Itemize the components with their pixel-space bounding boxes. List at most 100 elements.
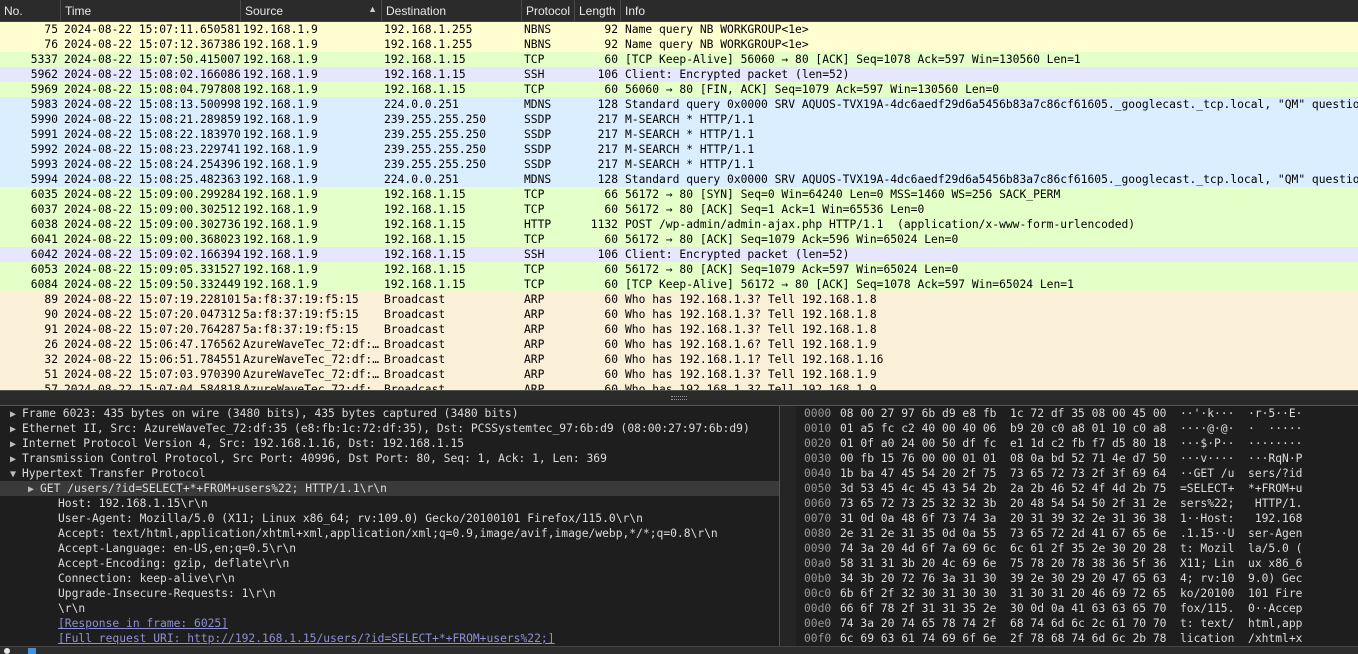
packet-cell-no: 6041	[30, 233, 58, 246]
detail-tree-item[interactable]: [Response in frame: 6025]	[0, 616, 779, 631]
packet-row[interactable]: 5991 2024-08-22 15:08:22.183970 192.168.1.…	[0, 127, 1358, 142]
packet-row[interactable]: 90 2024-08-22 15:07:20.047312 5a:f8:37:19:…	[0, 307, 1358, 322]
detail-tree-item[interactable]: Host: 192.168.1.15\r\n	[0, 496, 779, 511]
details-bytes-splitter[interactable]	[780, 406, 796, 646]
packet-row[interactable]: 76 2024-08-22 15:07:12.367386 192.168.1.9 1…	[0, 37, 1358, 52]
packet-row[interactable]: 91 2024-08-22 15:07:20.764287 5a:f8:37:19:…	[0, 322, 1358, 337]
detail-tree-item[interactable]: ▶ Internet Protocol Version 4, Src: 192.1…	[0, 436, 779, 451]
packet-row[interactable]: 6042 2024-08-22 15:09:02.166394 192.168.1.…	[0, 247, 1358, 262]
packet-row[interactable]: 5983 2024-08-22 15:08:13.500998 192.168.1.…	[0, 97, 1358, 112]
bytes-off: 0010	[804, 422, 832, 435]
bytes-ascii: ko/20100 101 Fire	[1180, 587, 1303, 600]
capture-file-icon[interactable]	[28, 648, 36, 654]
bytes-hex: 6b 6f 2f 32 30 31 30 30 31 30 31 20 46 6…	[840, 587, 1167, 600]
pane-splitter[interactable]	[0, 390, 1358, 406]
packet-row[interactable]: 57 2024-08-22 15:07:04.584818 AzureWaveTec…	[0, 382, 1358, 390]
detail-tree-item[interactable]: Upgrade-Insecure-Requests: 1\r\n	[0, 586, 779, 601]
packet-details[interactable]: ▶ Frame 6023: 435 bytes on wire (3480 bit…	[0, 406, 780, 646]
detail-tree-item[interactable]: Accept-Language: en-US,en;q=0.5\r\n	[0, 541, 779, 556]
detail-link[interactable]: [Full request URI: http://192.168.1.15/u…	[58, 632, 555, 645]
bytes-row[interactable]: 0070 31 0d 0a 48 6f 73 74 3a 20 31 39 32 …	[796, 511, 1358, 526]
packet-row[interactable]: 26 2024-08-22 15:06:47.176562 AzureWaveTec…	[0, 337, 1358, 352]
packet-row[interactable]: 6041 2024-08-22 15:09:00.368023 192.168.1.…	[0, 232, 1358, 247]
packet-row[interactable]: 5992 2024-08-22 15:08:23.229741 192.168.1.…	[0, 142, 1358, 157]
detail-tree-item[interactable]: Accept: text/html,application/xhtml+xml,…	[0, 526, 779, 541]
detail-tree-item[interactable]: ▶ Ethernet II, Src: AzureWaveTec_72:df:35…	[0, 421, 779, 436]
packet-cell-time: 2024-08-22 15:07:04.584818	[64, 383, 241, 390]
packet-cell-len: 1132	[590, 218, 618, 231]
detail-tree-item[interactable]: Connection: keep-alive\r\n	[0, 571, 779, 586]
detail-text: Accept-Language: en-US,en;q=0.5\r\n	[58, 542, 297, 555]
splitter-grip-icon[interactable]	[671, 396, 687, 400]
column-header-no[interactable]: No.	[0, 0, 61, 21]
packet-cell-no: 76	[44, 38, 58, 51]
bytes-off: 0020	[804, 437, 832, 450]
bytes-row[interactable]: 00b0 34 3b 20 72 76 3a 31 30 39 2e 30 29 …	[796, 571, 1358, 586]
collapsed-arrow-icon[interactable]: ▶	[4, 437, 22, 451]
packet-row[interactable]: 32 2024-08-22 15:06:51.784551 AzureWaveTec…	[0, 352, 1358, 367]
bytes-row[interactable]: 0060 73 65 72 73 25 32 32 3b 20 48 54 54 …	[796, 496, 1358, 511]
detail-tree-item[interactable]: ▶ GET /users/?id=SELECT+*+FROM+users%22; …	[0, 481, 779, 496]
packet-row[interactable]: 5990 2024-08-22 15:08:21.289859 192.168.1.…	[0, 112, 1358, 127]
packet-cell-time: 2024-08-22 15:09:00.368023	[64, 233, 241, 246]
bytes-row[interactable]: 00d0 66 6f 78 2f 31 31 35 2e 30 0d 0a 41 …	[796, 601, 1358, 616]
detail-tree-item[interactable]: [Full request URI: http://192.168.1.15/u…	[0, 631, 779, 646]
bytes-row[interactable]: 0010 01 a5 fc c2 40 00 40 06 b9 20 c0 a8 …	[796, 421, 1358, 436]
column-header-time[interactable]: Time	[61, 0, 241, 21]
packet-row[interactable]: 89 2024-08-22 15:07:19.228101 5a:f8:37:19:…	[0, 292, 1358, 307]
collapsed-arrow-icon[interactable]: ▶	[4, 452, 22, 466]
packet-row[interactable]: 5337 2024-08-22 15:07:50.415007 192.168.1.…	[0, 52, 1358, 67]
status-indicator-icon[interactable]	[4, 648, 10, 654]
detail-tree-item[interactable]: ▶ Transmission Control Protocol, Src Port…	[0, 451, 779, 466]
column-header-destination[interactable]: Destination	[382, 0, 522, 21]
bytes-row[interactable]: 0080 2e 31 2e 31 35 0d 0a 55 73 65 72 2d …	[796, 526, 1358, 541]
collapsed-arrow-icon[interactable]: ▶	[22, 482, 40, 496]
detail-link[interactable]: [Response in frame: 6025]	[58, 617, 228, 630]
detail-tree-item[interactable]: ▼ Hypertext Transfer Protocol	[0, 466, 779, 481]
packet-row[interactable]: 5969 2024-08-22 15:08:04.797808 192.168.1.…	[0, 82, 1358, 97]
collapsed-arrow-icon[interactable]: ▶	[4, 407, 22, 421]
packet-cell-src: AzureWaveTec_72:df:…	[243, 383, 380, 390]
detail-tree-item[interactable]: Accept-Encoding: gzip, deflate\r\n	[0, 556, 779, 571]
bytes-row[interactable]: 00e0 74 3a 20 74 65 78 74 2f 68 74 6d 6c …	[796, 616, 1358, 631]
packet-row[interactable]: 6037 2024-08-22 15:09:00.302512 192.168.1.…	[0, 202, 1358, 217]
bytes-hex: 3d 53 45 4c 45 43 54 2b 2a 2b 46 52 4f 4…	[840, 482, 1167, 495]
packet-cell-dst: 192.168.1.15	[384, 68, 466, 81]
packet-row[interactable]: 6038 2024-08-22 15:09:00.302736 192.168.1.…	[0, 217, 1358, 232]
packet-row[interactable]: 5993 2024-08-22 15:08:24.254396 192.168.1.…	[0, 157, 1358, 172]
bytes-row[interactable]: 0020 01 0f a0 24 00 50 df fc e1 1d c2 fb …	[796, 436, 1358, 451]
packet-row[interactable]: 6053 2024-08-22 15:09:05.331527 192.168.1.…	[0, 262, 1358, 277]
column-header-info[interactable]: Info	[621, 0, 1358, 21]
packet-list[interactable]: No. Time Source ▲ Destination Protocol Le…	[0, 0, 1358, 390]
byte-rows: 0000 08 00 27 97 6b d9 e8 fb 1c 72 df 35 …	[796, 406, 1358, 646]
packet-row[interactable]: 5994 2024-08-22 15:08:25.482363 192.168.1.…	[0, 172, 1358, 187]
packet-row[interactable]: 51 2024-08-22 15:07:03.970390 AzureWaveTec…	[0, 367, 1358, 382]
bytes-row[interactable]: 00c0 6b 6f 2f 32 30 31 30 30 31 30 31 20 …	[796, 586, 1358, 601]
packet-row[interactable]: 75 2024-08-22 15:07:11.650581 192.168.1.9 1…	[0, 22, 1358, 37]
detail-tree-item[interactable]: User-Agent: Mozilla/5.0 (X11; Linux x86_…	[0, 511, 779, 526]
packet-row[interactable]: 6035 2024-08-22 15:09:00.299284 192.168.1.…	[0, 187, 1358, 202]
bytes-row[interactable]: 00f0 6c 69 63 61 74 69 6f 6e 2f 78 68 74 …	[796, 631, 1358, 646]
column-header-protocol[interactable]: Protocol	[522, 0, 575, 21]
bytes-row[interactable]: 0090 74 3a 20 4d 6f 7a 69 6c 6c 61 2f 35 …	[796, 541, 1358, 556]
bytes-row[interactable]: 0050 3d 53 45 4c 45 43 54 2b 2a 2b 46 52 …	[796, 481, 1358, 496]
packet-cell-no: 6053	[30, 263, 58, 276]
detail-tree-item[interactable]: \r\n	[0, 601, 779, 616]
column-header-source[interactable]: Source ▲	[241, 0, 382, 21]
bytes-row[interactable]: 0000 08 00 27 97 6b d9 e8 fb 1c 72 df 35 …	[796, 406, 1358, 421]
packet-cell-proto: TCP	[524, 53, 545, 66]
bytes-row[interactable]: 00a0 58 31 31 3b 20 4c 69 6e 75 78 20 78 …	[796, 556, 1358, 571]
packet-row[interactable]: 6084 2024-08-22 15:09:50.332449 192.168.1.…	[0, 277, 1358, 292]
bytes-row[interactable]: 0040 1b ba 47 45 54 20 2f 75 73 65 72 73 …	[796, 466, 1358, 481]
expanded-arrow-icon[interactable]: ▼	[4, 467, 22, 481]
packet-bytes[interactable]: 0000 08 00 27 97 6b d9 e8 fb 1c 72 df 35 …	[796, 406, 1358, 646]
packet-cell-time: 2024-08-22 15:09:00.302736	[64, 218, 241, 231]
detail-tree-item[interactable]: ▶ Frame 6023: 435 bytes on wire (3480 bit…	[0, 406, 779, 421]
packet-cell-dst: 192.168.1.15	[384, 233, 466, 246]
packet-cell-len: 60	[604, 53, 618, 66]
packet-cell-dst: 192.168.1.255	[384, 38, 473, 51]
packet-row[interactable]: 5962 2024-08-22 15:08:02.166086 192.168.1.…	[0, 67, 1358, 82]
bytes-row[interactable]: 0030 00 fb 15 76 00 00 01 01 08 0a bd 52 …	[796, 451, 1358, 466]
collapsed-arrow-icon[interactable]: ▶	[4, 422, 22, 436]
column-header-length[interactable]: Length	[575, 0, 621, 21]
